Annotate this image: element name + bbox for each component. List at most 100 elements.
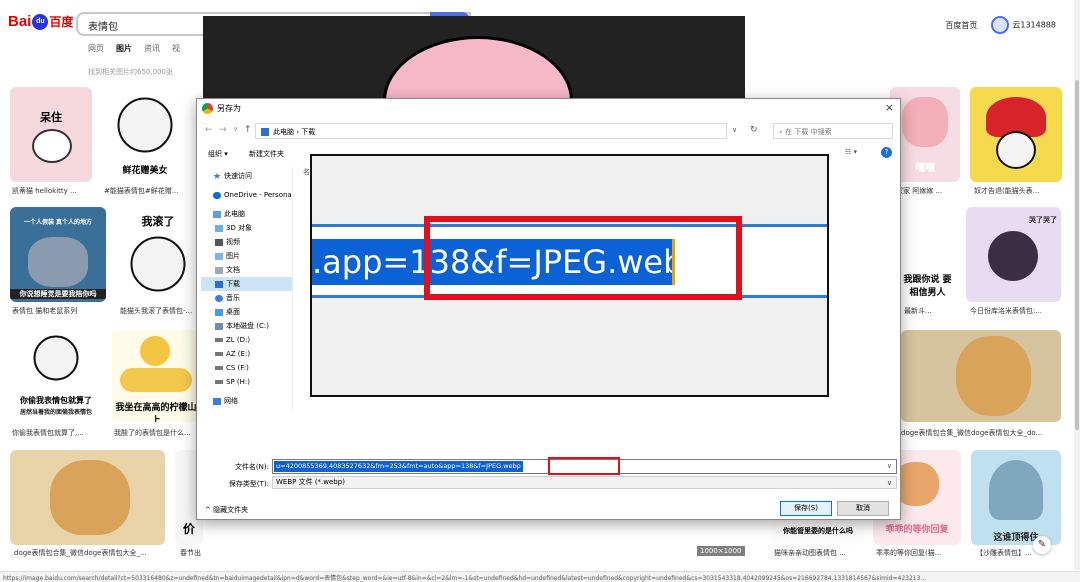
grid-image[interactable]: 鲜花赠美女 [100,87,190,182]
tab-video[interactable]: 视 [172,43,180,54]
image-caption[interactable]: 表情包 猫和老鼠系列 [12,306,122,316]
user-menu[interactable]: 云1314888 [991,16,1056,34]
nav-this-pc[interactable]: 此电脑 [201,207,292,221]
navigation-pane: 快速访问 OneDrive - Personal 此电脑 3D 对象 视频 图片… [201,167,293,411]
nav-videos[interactable]: 视频 [201,235,292,249]
page-scrollbar[interactable] [1074,0,1080,570]
image-caption[interactable]: 奴才告退(能猫头表... [974,186,1064,196]
desktop-icon [215,308,223,316]
image-caption[interactable]: doge表情包合集_微信doge表情包大全_do... [901,428,1061,438]
image-caption[interactable]: 春节出 [180,548,204,558]
grid-image[interactable]: 一个人假装 真个人的地方 你说想睡觉是要我陪你吗 [10,207,106,302]
network-icon [213,397,221,405]
chevron-down-icon[interactable]: ∨ [887,478,892,489]
nav-downloads[interactable]: 下载 [201,277,292,291]
image-caption[interactable]: 家家 阿嫁嫁 ... [896,186,960,196]
hide-folders-label: 隐藏文件夹 [213,506,249,514]
meme-caption: 一个人假装 真个人的地方 [23,219,93,226]
grid-image[interactable]: 呆住 [10,87,92,182]
doge-face [50,460,130,535]
nav-documents[interactable]: 文档 [201,263,292,277]
nav-drive-h[interactable]: SP (H:) [201,375,292,389]
meme-caption: 你偷我表情包就算了 [20,396,92,405]
address-bar[interactable]: 此电脑 › 下载 [255,123,727,139]
grid-image[interactable]: 哭了哭了 [966,207,1061,302]
grid-image[interactable] [10,450,165,545]
search-placeholder: 在 下载 中搜索 [785,128,832,136]
grid-image[interactable]: 我跟你说 要相信男人 [900,207,955,302]
new-folder-button[interactable]: 新建文件夹 [249,149,284,159]
chrome-icon [202,103,213,114]
meme-caption: 呆住 [40,111,62,124]
lemon-icon [140,336,170,366]
image-caption[interactable]: 我酸了的表情包是什么... [114,428,199,438]
hide-folders-toggle[interactable]: ^ 隐藏文件夹 [205,505,248,515]
nav-music[interactable]: 音乐 [201,291,292,305]
grid-image[interactable] [901,330,1061,422]
download-icon [215,280,223,288]
nav-drive-f[interactable]: CS (F:) [201,361,292,375]
home-link[interactable]: 百度首页 [945,20,977,31]
shark [989,460,1043,520]
meme-caption: 我跟你说 要相信男人 [903,275,952,298]
nav-network[interactable]: 网络 [201,394,292,408]
chevron-down-icon[interactable]: ∨ [233,125,238,133]
star-icon [213,172,221,179]
zoom-callout: .app=138&f=JPEG.webp [310,154,829,397]
nav-drive-c[interactable]: 本地磁盘 (C:) [201,319,292,333]
image-caption[interactable]: 你偷我表情包就算了,... [12,428,122,438]
document-icon [215,266,223,274]
tab-images[interactable]: 图片 [116,43,132,54]
kitty-face [32,129,72,163]
nav-quick-access[interactable]: 快速访问 [201,169,292,183]
grid-image[interactable]: 我坐在高高的柠檬山上 [112,330,200,422]
organize-button[interactable]: 组织 ▾ [208,149,228,159]
image-caption[interactable]: 今日份库洛米表情包:... [970,306,1062,316]
edit-icon[interactable]: ✎ [1033,536,1051,554]
cancel-button[interactable]: 取消 [837,501,889,516]
chevron-down-icon[interactable]: ∨ [887,462,892,470]
meme-caption: 鲜花赠美女 [122,166,168,176]
save-button[interactable]: 保存(S) [780,501,832,516]
username: 云1314888 [1012,20,1056,30]
address-dropdown-icon[interactable]: ∨ [732,126,737,134]
image-caption[interactable]: doge表情包合集_微信doge表情包大全_... [14,548,164,558]
grid-image[interactable]: 我滚了 [118,207,198,302]
view-options-icon[interactable]: ☷ ▾ [845,148,857,156]
image-caption[interactable]: 最新斗... [904,306,956,316]
refresh-icon[interactable]: ↻ [750,125,758,135]
grid-image[interactable]: 你偷我表情包就算了 居然当着我的面偷我表情包 [10,330,102,422]
lemon-pile [120,368,192,392]
folder-search-input[interactable]: ⌕ 在 下载 中搜索 [773,123,893,139]
meme-caption: 我坐在高高的柠檬山上 [115,403,197,422]
up-arrow-icon[interactable]: ↑ [244,125,252,135]
nav-onedrive[interactable]: OneDrive - Personal [201,188,292,202]
panda-icon [130,236,186,292]
nav-drive-d[interactable]: ZL (D:) [201,333,292,347]
image-caption[interactable]: 猫咪亲亲动图表情包 ... [774,548,866,558]
meme-caption: 哭了哭了 [1029,216,1057,224]
forward-arrow-icon[interactable]: → [219,125,227,135]
filename-input[interactable]: u=4200855369,4083527632&fm=253&fmt=auto&… [272,457,897,475]
scrollbar-thumb[interactable] [1075,80,1079,430]
nav-3d-objects[interactable]: 3D 对象 [201,221,292,235]
help-icon[interactable]: ? [881,147,892,158]
tab-web[interactable]: 网页 [88,43,104,54]
download-folder-icon [261,128,269,136]
grid-image[interactable]: 这谁顶得住 [971,450,1061,545]
image-caption[interactable]: 乖乖的等你回复(猫... [876,548,962,558]
pc-icon [213,210,221,218]
nav-drive-e[interactable]: AZ (E:) [201,347,292,361]
nav-pictures[interactable]: 图片 [201,249,292,263]
savetype-select[interactable]: WEBP 文件 (*.webp) ∨ [272,476,897,489]
back-arrow-icon[interactable]: ← [205,125,213,135]
grid-image[interactable] [970,87,1062,182]
close-icon[interactable]: × [885,101,894,114]
name-column-header[interactable]: 名 [303,167,310,177]
filename-label: 文件名(N): [234,463,269,471]
tab-news[interactable]: 资讯 [144,43,160,54]
baidu-logo[interactable]: Bai du 百度 [8,13,73,31]
nav-desktop[interactable]: 桌面 [201,305,292,319]
preview-strip [203,520,745,560]
music-icon [215,294,223,302]
